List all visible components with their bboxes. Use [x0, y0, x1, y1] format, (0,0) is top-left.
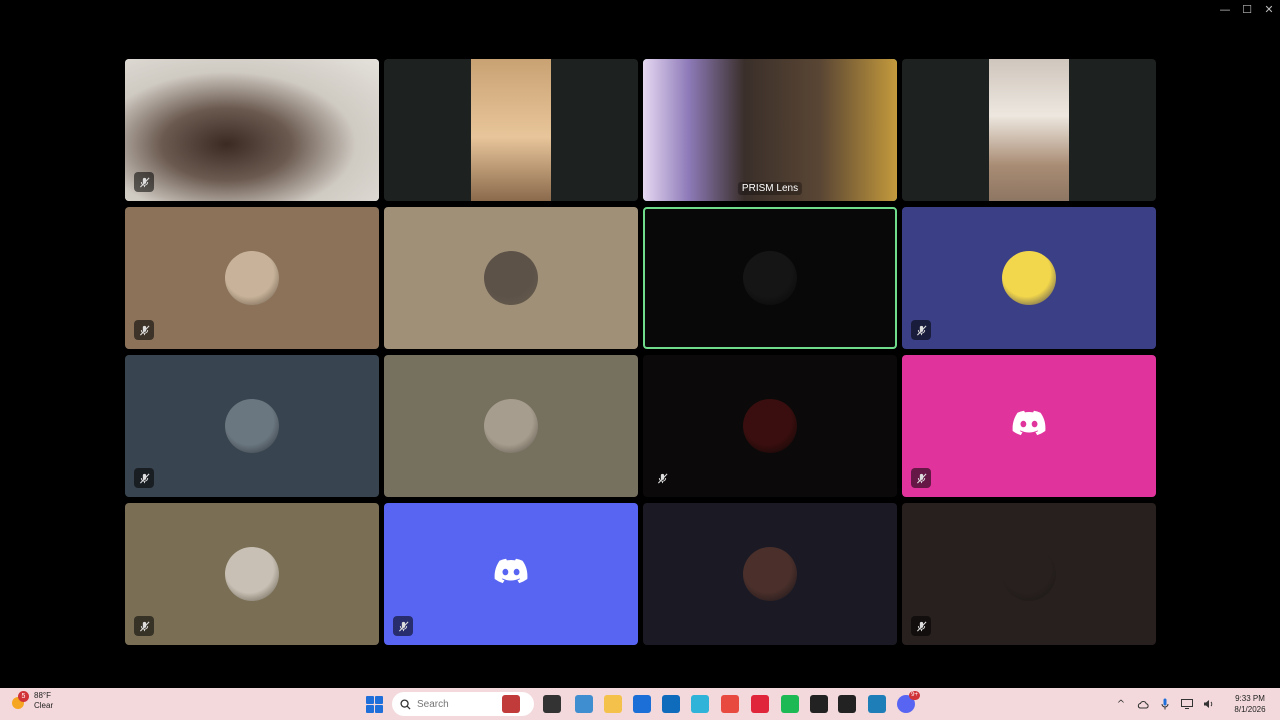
participant-tile[interactable]	[384, 207, 638, 349]
maximize-button[interactable]: ☐	[1236, 0, 1258, 18]
weather-temperature: 88°F	[34, 691, 51, 700]
participant-tile[interactable]	[125, 503, 379, 645]
chevron-up-icon[interactable]: ^	[1110, 688, 1132, 720]
participant-tile[interactable]	[125, 59, 379, 201]
weather-condition: Clear	[34, 701, 54, 710]
participant-tile[interactable]	[384, 355, 638, 497]
muted-microphone-icon	[911, 468, 931, 488]
muted-microphone-icon	[134, 468, 154, 488]
f-app-icon[interactable]	[691, 695, 709, 713]
participant-tile[interactable]	[902, 355, 1156, 497]
media-app-icon[interactable]	[838, 695, 856, 713]
participant-tile[interactable]	[125, 207, 379, 349]
microsoft-store-icon[interactable]	[633, 695, 651, 713]
window-controls: — ☐ ✕	[1214, 0, 1280, 18]
muted-microphone-icon	[134, 320, 154, 340]
participant-tile[interactable]: PRISM Lens	[643, 59, 897, 201]
discord-logo-icon	[494, 558, 528, 590]
search-icon	[400, 698, 411, 710]
avatar	[225, 399, 279, 453]
clock-time: 9:33 PM	[1235, 694, 1265, 703]
muted-microphone-icon	[911, 616, 931, 636]
sun-icon: 5	[10, 691, 29, 710]
muted-microphone-icon	[134, 172, 154, 192]
avatar	[1002, 251, 1056, 305]
participant-tile[interactable]	[902, 59, 1156, 201]
muted-microphone-icon	[911, 320, 931, 340]
start-icon	[366, 696, 374, 704]
avatar	[484, 399, 538, 453]
notification-badge: 9+	[909, 691, 920, 700]
avatar	[743, 399, 797, 453]
minimize-button[interactable]: —	[1214, 0, 1236, 18]
participant-tile[interactable]	[902, 207, 1156, 349]
muted-microphone-icon	[393, 616, 413, 636]
discord-call-window: — ☐ ✕ PRISM Lens	[0, 0, 1280, 688]
clock-date: 8/1/2026	[1234, 705, 1266, 714]
avatar	[225, 251, 279, 305]
outlook-icon[interactable]	[662, 695, 680, 713]
avatar	[743, 547, 797, 601]
file-explorer-icon[interactable]	[604, 695, 622, 713]
avatar	[225, 547, 279, 601]
video-feed	[989, 59, 1069, 201]
search-input[interactable]	[417, 698, 497, 710]
video-feed	[125, 59, 379, 201]
video-feed	[471, 59, 551, 201]
spotify-icon[interactable]	[781, 695, 799, 713]
avatar	[484, 251, 538, 305]
discord-logo-icon	[1012, 410, 1046, 442]
clock[interactable]: 9:33 PM 8/1/2026	[1220, 693, 1280, 715]
participant-tile[interactable]	[643, 503, 897, 645]
participant-grid: PRISM Lens	[125, 59, 1156, 645]
display-icon[interactable]	[1176, 688, 1198, 720]
participant-tile[interactable]	[384, 503, 638, 645]
taskbar: 5 88°F Clear 9+ ^ 9:33 PM 8/1/2026	[0, 688, 1280, 720]
volume-icon[interactable]	[1198, 688, 1220, 720]
muted-microphone-icon	[134, 616, 154, 636]
discord-icon[interactable]: 9+	[897, 691, 920, 713]
cloud-icon[interactable]	[1132, 688, 1154, 720]
avatar	[1002, 547, 1056, 601]
microsoft-365-icon[interactable]	[575, 695, 593, 713]
shoe-widget-icon[interactable]	[502, 695, 520, 713]
photos-icon[interactable]	[868, 695, 886, 713]
close-button[interactable]: ✕	[1258, 0, 1280, 18]
participant-tile[interactable]	[384, 59, 638, 201]
start-button[interactable]	[366, 696, 383, 713]
opera-icon[interactable]	[751, 695, 769, 713]
task-view-icon[interactable]	[543, 695, 561, 713]
muted-microphone-icon	[652, 468, 672, 488]
recording-app-icon[interactable]	[810, 695, 828, 713]
participant-name: PRISM Lens	[737, 182, 803, 195]
participant-tile[interactable]	[643, 355, 897, 497]
participant-tile[interactable]	[643, 207, 897, 349]
system-tray: ^ 9:33 PM 8/1/2026	[1110, 688, 1280, 720]
weather-widget[interactable]: 5 88°F Clear	[10, 691, 53, 711]
participant-tile[interactable]	[902, 503, 1156, 645]
participant-tile[interactable]	[125, 355, 379, 497]
weather-badge: 5	[18, 691, 29, 702]
video-feed	[643, 59, 897, 201]
app-6-icon[interactable]	[721, 695, 739, 713]
microphone-icon[interactable]	[1154, 688, 1176, 720]
avatar	[743, 251, 797, 305]
